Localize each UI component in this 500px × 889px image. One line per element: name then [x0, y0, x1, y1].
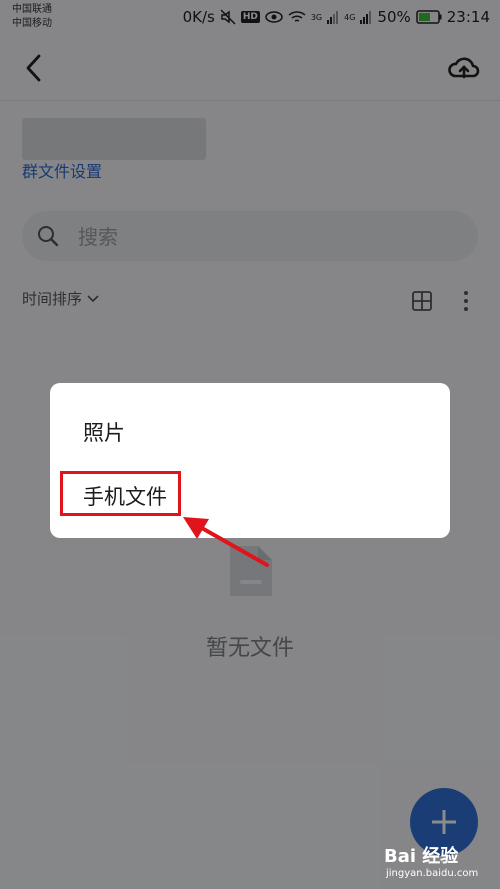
menu-item-photos[interactable]: 照片	[83, 417, 125, 447]
baidu-watermark-logo: Bai 经验	[384, 846, 459, 867]
annotation-arrow-icon	[175, 505, 275, 579]
annotation-highlight-box	[60, 471, 181, 516]
watermark-url: jingyan.baidu.com	[386, 868, 479, 879]
